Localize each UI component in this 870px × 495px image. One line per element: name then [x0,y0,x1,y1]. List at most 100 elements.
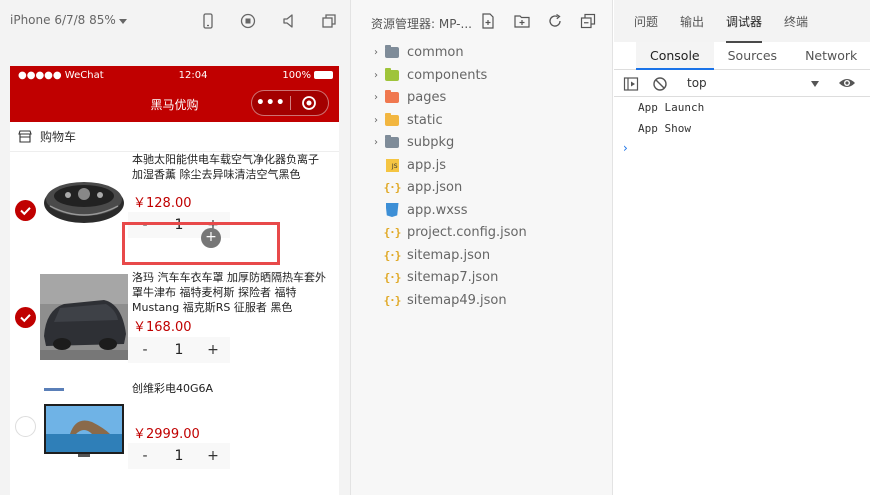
tab-output[interactable]: 输出 [680,13,704,30]
increment-button[interactable]: + [196,448,230,464]
tree-item-label: pages [407,89,447,105]
product-name-line: 创维彩电40G6A [132,382,214,395]
quantity-stepper: - 1 + [128,443,230,469]
product-name: 本驰太阳能供电车载空气净化器负离子 加湿香薰 除尘去异味清洁空气黑色 [132,152,337,182]
tree-item-label: app.wxss [407,202,468,218]
collapse-all-icon[interactable] [580,13,596,29]
target-icon [302,96,317,110]
status-bar: ●●●●● WeChat 12:04 100% [10,66,339,84]
record-icon[interactable] [239,12,257,30]
product-name-line: Mustang 福克斯RS 征服者 黑色 [132,301,293,314]
product-price: ￥2999.00 [133,427,200,442]
close-miniprogram-button[interactable] [291,95,329,111]
ide-window: iPhone 6/7/8 85% ●●●●● WeChat 12:04 100%… [0,0,870,495]
devtools-panel: 问题 输出 调试器 终端 Console Sources Network top… [614,0,870,495]
carrier-label: ●●●●● WeChat [18,69,104,81]
product-name: 创维彩电40G6A [132,381,337,396]
tree-file-sitemap49[interactable]: {·} sitemap49.json [383,289,507,311]
console-log-line: App Show [638,122,691,135]
folder-icon [383,44,401,60]
cart-item: 创维彩电40G6A ￥2999.00 - 1 + [10,382,339,495]
context-select[interactable]: top [687,76,707,90]
tree-file-project-config[interactable]: {·} project.config.json [383,221,527,243]
devtools-top-tabs: 问题 输出 调试器 终端 [614,0,870,43]
check-icon [20,207,31,216]
chevron-right-icon: › [374,91,378,103]
increment-button[interactable]: + [196,342,230,358]
product-price: ￥168.00 [133,320,192,335]
tree-item-label: common [407,44,464,60]
status-time: 12:04 [178,69,208,81]
tab-terminal[interactable]: 终端 [784,13,808,30]
product-image[interactable] [40,158,128,244]
tree-item-label: subpkg [407,134,455,150]
simulator-panel: iPhone 6/7/8 85% ●●●●● WeChat 12:04 100%… [0,0,351,495]
simulator-toolbar: iPhone 6/7/8 85% [0,0,351,42]
chevron-down-icon [811,81,819,87]
tree-item-label: project.config.json [407,224,527,240]
product-name: 洛玛 汽车车衣车罩 加厚防晒隔热车套外 罩牛津布 福特麦柯斯 探险者 福特 Mu… [132,270,337,315]
tree-folder-common[interactable]: › common [369,41,464,63]
console-prompt-icon[interactable]: › [623,141,628,155]
product-price: ￥128.00 [133,196,192,211]
product-image[interactable] [40,274,128,360]
phone-icon[interactable] [199,12,217,30]
detach-window-icon[interactable] [320,12,338,30]
decrement-button[interactable]: - [128,342,162,358]
chevron-right-icon: › [374,69,378,81]
product-name-line: 罩牛津布 福特麦柯斯 探险者 福特 [132,286,297,299]
tree-file-app-wxss[interactable]: app.wxss [383,199,467,221]
refresh-icon[interactable] [547,13,563,29]
devtools-sub-tabs: Console Sources Network [614,41,870,70]
item-checkbox[interactable] [15,416,36,437]
tree-file-sitemap7[interactable]: {·} sitemap7.json [383,266,499,288]
quantity-value[interactable]: 1 [162,448,196,464]
tree-item-label: static [407,112,443,128]
new-folder-icon[interactable] [514,13,530,29]
console-log-line: App Launch [638,101,705,114]
tab-sources[interactable]: Sources [714,42,791,70]
css-file-icon [383,202,401,218]
sidebar-toggle-icon[interactable] [623,76,639,92]
tab-debugger[interactable]: 调试器 [726,13,763,43]
folder-icon [383,112,401,128]
tree-item-label: components [407,67,488,83]
menu-capsule: ••• [251,90,329,116]
tree-folder-components[interactable]: › components [369,64,487,86]
tree-folder-static[interactable]: › static [369,109,443,131]
battery-label: 100% [282,69,311,81]
tree-file-sitemap[interactable]: {·} sitemap.json [383,244,491,266]
pointer-cursor-icon: + [201,228,221,248]
tree-item-label: sitemap49.json [407,292,507,308]
explorer-title: 资源管理器: MP-... [371,17,472,31]
product-name-line: 本驰太阳能供电车载空气净化器负离子 [132,153,319,166]
tab-console[interactable]: Console [636,41,714,70]
decrement-button[interactable]: - [128,448,162,464]
tree-folder-subpkg[interactable]: › subpkg [369,131,454,153]
new-file-icon[interactable] [480,13,496,29]
console-toolbar: top [614,70,870,97]
tab-problems[interactable]: 问题 [634,13,658,30]
nav-bar: 黑马优购 ••• [10,84,339,122]
json-file-icon: {·} [383,270,402,284]
check-icon [20,314,31,323]
eye-icon[interactable] [838,75,856,91]
tree-file-app-js[interactable]: JS app.js [383,154,446,176]
tab-network[interactable]: Network [791,42,870,70]
battery-status: 100% [282,70,333,81]
tree-folder-pages[interactable]: › pages [369,86,446,108]
quantity-value[interactable]: 1 [162,342,196,358]
battery-icon [314,70,333,79]
json-file-icon: {·} [383,248,402,262]
item-checkbox[interactable] [15,307,36,328]
json-file-icon: {·} [383,225,402,239]
device-select[interactable]: iPhone 6/7/8 85% [10,13,127,27]
quantity-stepper: - 1 + [128,337,230,363]
product-image[interactable] [40,382,128,468]
tree-file-app-json[interactable]: {·} app.json [383,176,463,198]
clear-console-icon[interactable] [652,76,668,92]
item-checkbox[interactable] [15,200,36,221]
volume-icon[interactable] [280,12,298,30]
more-icon[interactable]: ••• [252,91,290,115]
tree-item-label: sitemap.json [407,247,491,263]
